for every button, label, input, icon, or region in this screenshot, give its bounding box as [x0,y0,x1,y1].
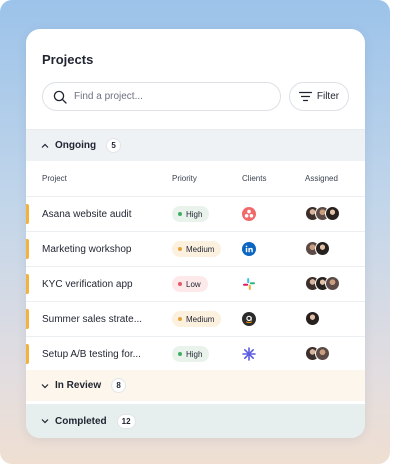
background-frame: Projects Filter Ongoing 5 Project [0,0,390,464]
group-in-review-toggle[interactable]: In Review 8 [26,370,365,401]
column-header-priority: Priority [172,174,197,183]
spark-logo-icon [242,347,256,361]
row-accent-bar [26,204,29,224]
table-row[interactable]: Setup A/B testing for... High [26,336,365,371]
project-name: Summer sales strate... [42,314,143,325]
priority-dot [178,352,182,356]
linkedin-logo-icon [242,242,256,256]
filter-button[interactable]: Filter [289,82,349,111]
group-label: In Review [55,380,102,391]
row-accent-bar [26,274,29,294]
priority-label: High [186,209,203,219]
assignee-avatars [305,206,340,222]
priority-label: Medium [186,314,215,324]
row-accent-bar [26,344,29,364]
avatar [325,206,340,221]
priority-dot [178,212,182,216]
priority-dot [178,317,182,321]
column-header-assigned: Assigned [305,174,338,183]
avatar [315,346,330,361]
group-ongoing-toggle[interactable]: Ongoing 5 [26,130,365,161]
priority-badge: Medium [172,311,222,327]
search-box[interactable] [42,82,281,111]
assignee-avatars [305,241,330,257]
priority-label: Medium [186,244,215,254]
priority-dot [178,247,182,251]
projects-card: Projects Filter Ongoing 5 Project [26,29,365,438]
column-header-clients: Clients [242,174,267,183]
group-label: Ongoing [55,140,97,151]
group-count-badge: 12 [116,413,136,429]
assignee-avatars [305,346,330,362]
priority-badge: Medium [172,241,222,257]
priority-badge: High [172,346,210,362]
search-icon [53,90,67,104]
group-completed-toggle[interactable]: Completed 12 [26,404,365,438]
priority-badge: High [172,206,210,222]
project-name: KYC verification app [42,279,133,290]
priority-label: High [186,349,203,359]
column-header-project: Project [42,174,67,183]
table-row[interactable]: Summer sales strate... Medium [26,301,365,336]
row-accent-bar [26,239,29,259]
group-count-badge: 8 [111,378,127,393]
avatar [315,241,330,256]
assignee-avatars [305,311,320,327]
page-title: Projects [42,52,94,67]
project-name: Asana website audit [42,209,132,220]
group-label: Completed [55,415,107,427]
project-name: Marketing workshop [42,244,132,255]
chevron-up-icon [41,143,49,148]
avatar [325,276,340,291]
search-input[interactable] [74,91,264,102]
amazon-logo-icon [242,312,256,326]
table-row[interactable]: KYC verification app Low [26,266,365,301]
filter-label: Filter [316,91,340,102]
group-count-badge: 5 [106,138,122,153]
priority-badge: Low [172,276,208,292]
project-name: Setup A/B testing for... [42,349,141,360]
table-row[interactable]: Asana website audit High [26,196,365,231]
asana-logo-icon [242,207,256,221]
assignee-avatars [305,276,340,292]
table-row[interactable]: Marketing workshop Medium [26,231,365,266]
row-accent-bar [26,309,29,329]
filter-icon [298,91,312,102]
priority-dot [178,282,182,286]
slack-logo-icon [242,277,256,291]
avatar [305,311,320,326]
chevron-down-icon [41,383,49,388]
chevron-down-icon [41,419,49,424]
priority-label: Low [186,279,201,289]
